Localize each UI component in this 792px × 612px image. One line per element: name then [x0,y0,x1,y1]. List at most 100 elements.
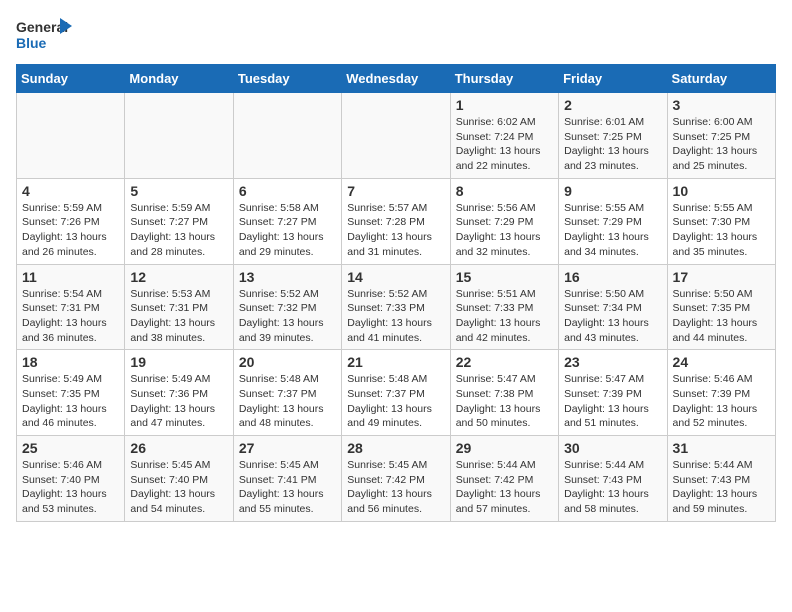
day-number: 13 [239,269,336,285]
day-info: Sunrise: 5:49 AM Sunset: 7:35 PM Dayligh… [22,372,119,431]
day-info: Sunrise: 5:44 AM Sunset: 7:43 PM Dayligh… [564,458,661,517]
day-info: Sunrise: 5:58 AM Sunset: 7:27 PM Dayligh… [239,201,336,260]
svg-text:Blue: Blue [16,35,47,51]
weekday-header-friday: Friday [559,65,667,93]
day-number: 1 [456,97,553,113]
day-number: 5 [130,183,227,199]
day-info: Sunrise: 5:47 AM Sunset: 7:38 PM Dayligh… [456,372,553,431]
calendar-cell: 21 Sunrise: 5:48 AM Sunset: 7:37 PM Dayli… [342,350,450,436]
day-number: 16 [564,269,661,285]
weekday-header-wednesday: Wednesday [342,65,450,93]
day-number: 24 [673,354,770,370]
calendar-week-4: 18 Sunrise: 5:49 AM Sunset: 7:35 PM Dayli… [17,350,776,436]
calendar-cell: 24 Sunrise: 5:46 AM Sunset: 7:39 PM Dayli… [667,350,775,436]
weekday-header-sunday: Sunday [17,65,125,93]
day-number: 3 [673,97,770,113]
day-info: Sunrise: 5:48 AM Sunset: 7:37 PM Dayligh… [347,372,444,431]
day-info: Sunrise: 5:49 AM Sunset: 7:36 PM Dayligh… [130,372,227,431]
calendar-cell [233,93,341,179]
day-info: Sunrise: 5:56 AM Sunset: 7:29 PM Dayligh… [456,201,553,260]
calendar-cell: 31Sunrise: 5:44 AM Sunset: 7:43 PM Dayli… [667,436,775,522]
day-info: Sunrise: 5:46 AM Sunset: 7:39 PM Dayligh… [673,372,770,431]
day-info: Sunrise: 5:52 AM Sunset: 7:32 PM Dayligh… [239,287,336,346]
day-info: Sunrise: 6:00 AM Sunset: 7:25 PM Dayligh… [673,115,770,174]
day-number: 12 [130,269,227,285]
day-info: Sunrise: 5:55 AM Sunset: 7:30 PM Dayligh… [673,201,770,260]
calendar-cell: 27 Sunrise: 5:45 AM Sunset: 7:41 PM Dayli… [233,436,341,522]
calendar-cell: 3 Sunrise: 6:00 AM Sunset: 7:25 PM Daylig… [667,93,775,179]
calendar-cell [17,93,125,179]
day-number: 9 [564,183,661,199]
day-info: Sunrise: 5:50 AM Sunset: 7:35 PM Dayligh… [673,287,770,346]
day-number: 17 [673,269,770,285]
calendar-cell [125,93,233,179]
day-number: 31 [673,440,770,456]
calendar-cell: 19 Sunrise: 5:49 AM Sunset: 7:36 PM Dayli… [125,350,233,436]
calendar-week-2: 4 Sunrise: 5:59 AM Sunset: 7:26 PM Daylig… [17,178,776,264]
day-info: Sunrise: 5:52 AM Sunset: 7:33 PM Dayligh… [347,287,444,346]
day-info: Sunrise: 5:46 AM Sunset: 7:40 PM Dayligh… [22,458,119,517]
logo: GeneralBlue [16,16,76,54]
day-number: 18 [22,354,119,370]
day-number: 11 [22,269,119,285]
day-number: 30 [564,440,661,456]
calendar-cell: 13 Sunrise: 5:52 AM Sunset: 7:32 PM Dayli… [233,264,341,350]
calendar-cell: 1Sunrise: 6:02 AM Sunset: 7:24 PM Daylig… [450,93,558,179]
calendar-cell: 9 Sunrise: 5:55 AM Sunset: 7:29 PM Daylig… [559,178,667,264]
calendar-cell: 8 Sunrise: 5:56 AM Sunset: 7:29 PM Daylig… [450,178,558,264]
weekday-header-tuesday: Tuesday [233,65,341,93]
day-number: 2 [564,97,661,113]
calendar-table: SundayMondayTuesdayWednesdayThursdayFrid… [16,64,776,522]
day-number: 14 [347,269,444,285]
calendar-cell: 11 Sunrise: 5:54 AM Sunset: 7:31 PM Dayli… [17,264,125,350]
weekday-header-monday: Monday [125,65,233,93]
day-number: 6 [239,183,336,199]
calendar-cell: 2 Sunrise: 6:01 AM Sunset: 7:25 PM Daylig… [559,93,667,179]
day-number: 8 [456,183,553,199]
weekday-header-thursday: Thursday [450,65,558,93]
calendar-cell: 30 Sunrise: 5:44 AM Sunset: 7:43 PM Dayli… [559,436,667,522]
calendar-week-5: 25 Sunrise: 5:46 AM Sunset: 7:40 PM Dayli… [17,436,776,522]
calendar-cell: 22 Sunrise: 5:47 AM Sunset: 7:38 PM Dayli… [450,350,558,436]
day-info: Sunrise: 5:53 AM Sunset: 7:31 PM Dayligh… [130,287,227,346]
day-number: 4 [22,183,119,199]
calendar-cell: 26Sunrise: 5:45 AM Sunset: 7:40 PM Dayli… [125,436,233,522]
weekday-header-saturday: Saturday [667,65,775,93]
calendar-cell: 10 Sunrise: 5:55 AM Sunset: 7:30 PM Dayli… [667,178,775,264]
day-info: Sunrise: 5:54 AM Sunset: 7:31 PM Dayligh… [22,287,119,346]
day-number: 7 [347,183,444,199]
calendar-cell: 7Sunrise: 5:57 AM Sunset: 7:28 PM Daylig… [342,178,450,264]
day-info: Sunrise: 6:01 AM Sunset: 7:25 PM Dayligh… [564,115,661,174]
day-info: Sunrise: 5:45 AM Sunset: 7:42 PM Dayligh… [347,458,444,517]
day-info: Sunrise: 5:48 AM Sunset: 7:37 PM Dayligh… [239,372,336,431]
calendar-cell: 25 Sunrise: 5:46 AM Sunset: 7:40 PM Dayli… [17,436,125,522]
calendar-cell: 4 Sunrise: 5:59 AM Sunset: 7:26 PM Daylig… [17,178,125,264]
day-number: 19 [130,354,227,370]
calendar-cell: 5 Sunrise: 5:59 AM Sunset: 7:27 PM Daylig… [125,178,233,264]
calendar-cell: 16 Sunrise: 5:50 AM Sunset: 7:34 PM Dayli… [559,264,667,350]
day-info: Sunrise: 5:45 AM Sunset: 7:41 PM Dayligh… [239,458,336,517]
day-number: 10 [673,183,770,199]
calendar-cell [342,93,450,179]
day-number: 21 [347,354,444,370]
calendar-cell: 23Sunrise: 5:47 AM Sunset: 7:39 PM Dayli… [559,350,667,436]
day-info: Sunrise: 5:45 AM Sunset: 7:40 PM Dayligh… [130,458,227,517]
day-number: 22 [456,354,553,370]
day-info: Sunrise: 5:51 AM Sunset: 7:33 PM Dayligh… [456,287,553,346]
calendar-cell: 12 Sunrise: 5:53 AM Sunset: 7:31 PM Dayli… [125,264,233,350]
calendar-week-1: 1Sunrise: 6:02 AM Sunset: 7:24 PM Daylig… [17,93,776,179]
day-number: 20 [239,354,336,370]
day-info: Sunrise: 5:55 AM Sunset: 7:29 PM Dayligh… [564,201,661,260]
day-number: 15 [456,269,553,285]
day-info: Sunrise: 5:59 AM Sunset: 7:26 PM Dayligh… [22,201,119,260]
calendar-cell: 28Sunrise: 5:45 AM Sunset: 7:42 PM Dayli… [342,436,450,522]
day-number: 25 [22,440,119,456]
day-info: Sunrise: 5:44 AM Sunset: 7:42 PM Dayligh… [456,458,553,517]
day-info: Sunrise: 5:59 AM Sunset: 7:27 PM Dayligh… [130,201,227,260]
day-info: Sunrise: 5:50 AM Sunset: 7:34 PM Dayligh… [564,287,661,346]
calendar-cell: 17 Sunrise: 5:50 AM Sunset: 7:35 PM Dayli… [667,264,775,350]
calendar-cell: 18 Sunrise: 5:49 AM Sunset: 7:35 PM Dayli… [17,350,125,436]
day-number: 29 [456,440,553,456]
day-number: 27 [239,440,336,456]
calendar-week-3: 11 Sunrise: 5:54 AM Sunset: 7:31 PM Dayli… [17,264,776,350]
